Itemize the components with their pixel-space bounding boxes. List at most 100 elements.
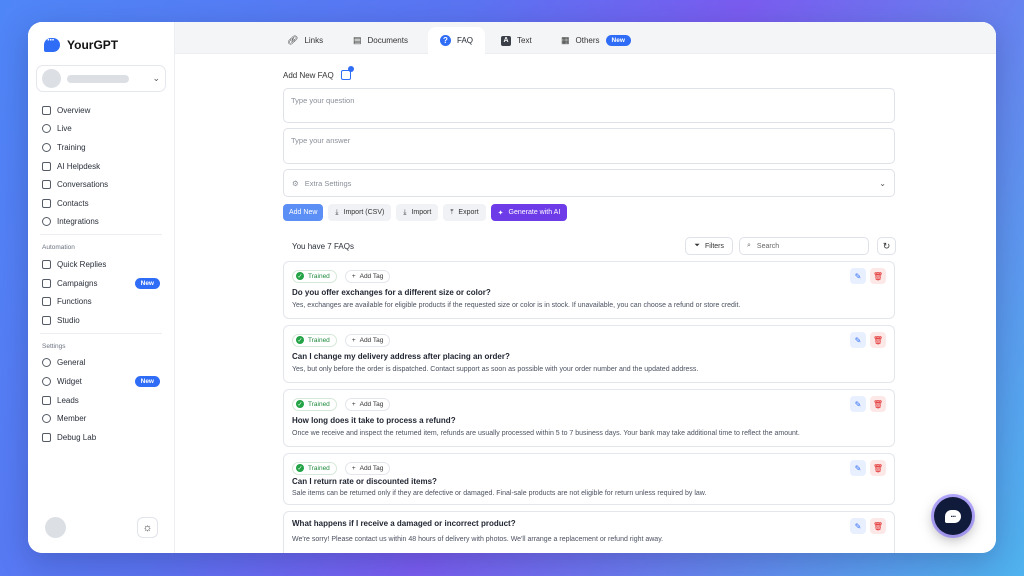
sidebar-item-campaigns[interactable]: Campaigns New — [36, 274, 166, 293]
button-label: Generate with AI — [508, 209, 561, 216]
sidebar-item-member[interactable]: Member — [36, 409, 166, 428]
faq-question: What happens if I receive a damaged or i… — [292, 519, 516, 528]
delete-button[interactable]: 🗑︎ — [870, 332, 886, 348]
import-csv-button[interactable]: ⤓ Import (CSV) — [328, 204, 392, 221]
delete-button[interactable]: 🗑︎ — [870, 460, 886, 476]
edit-button[interactable]: ✎ — [850, 460, 866, 476]
tab-label: FAQ — [457, 36, 474, 45]
button-label: Add New — [289, 209, 318, 216]
faq-card-actions: ✎ 🗑︎ — [850, 332, 886, 348]
sidebar-item-label: Member — [57, 414, 87, 424]
new-badge: New — [134, 375, 160, 387]
tab-documents[interactable]: ▤ Documents — [353, 27, 408, 54]
sidebar-item-ai-helpdesk[interactable]: AI Helpdesk — [36, 157, 166, 176]
sidebar-item-debug-lab[interactable]: Debug Lab — [36, 428, 166, 447]
function-icon — [42, 297, 51, 307]
chat-bubble-logo-icon — [44, 35, 60, 52]
sidebar-item-live[interactable]: Live — [36, 120, 166, 139]
chat-widget-button[interactable]: ··· — [934, 497, 972, 535]
add-new-button[interactable]: Add New — [283, 204, 324, 221]
add-tag-button[interactable]: + Add Tag — [344, 269, 391, 283]
delete-button[interactable]: 🗑︎ — [870, 518, 886, 534]
tab-links[interactable]: 🔗︎ Links — [287, 27, 323, 54]
export-button[interactable]: ⤒ Export — [443, 204, 486, 221]
answer-input[interactable]: Type your answer — [283, 128, 895, 164]
sidebar-item-widget[interactable]: Widget New — [36, 372, 166, 391]
sidebar-nav: Overview Live Training AI Helpdesk Conve… — [36, 101, 166, 447]
add-note-icon[interactable] — [340, 66, 354, 80]
question-input[interactable]: Type your question — [283, 88, 895, 123]
add-tag-button[interactable]: + Add Tag — [344, 333, 391, 347]
faq-card-actions: ✎ 🗑︎ — [850, 460, 886, 476]
sidebar-item-label: Conversations — [57, 180, 109, 190]
sidebar-item-leads[interactable]: Leads — [36, 391, 166, 410]
tab-label: Links — [304, 36, 324, 45]
form-actions: Add New ⤓ Import (CSV) ⤓ Import ⤒ Export ✦ G… — [283, 204, 896, 221]
sidebar-item-label: Leads — [57, 395, 79, 405]
trash-icon: 🗑︎ — [872, 521, 884, 531]
chevron-down-icon: ⌄ — [152, 73, 160, 83]
badge-label: Trained — [308, 464, 330, 472]
faq-answer: Sale items can be returned only if they … — [292, 490, 707, 497]
sidebar-item-integrations[interactable]: Integrations — [36, 213, 166, 232]
download-icon: ⤓ — [335, 208, 339, 216]
filters-button[interactable]: ⏷ Filters — [685, 237, 733, 255]
radio-icon — [42, 124, 51, 134]
extra-settings-label: Extra Settings — [304, 178, 352, 188]
sidebar-item-functions[interactable]: Functions — [36, 292, 166, 311]
check-icon: ✓ — [296, 272, 304, 280]
theme-toggle-button[interactable]: ☼ — [137, 517, 158, 538]
account-switcher[interactable]: ⌄ — [36, 65, 166, 92]
tab-others[interactable]: ▦ Others New — [561, 27, 631, 54]
widget-icon — [42, 376, 51, 386]
button-label: Filters — [704, 242, 724, 250]
sidebar-item-training[interactable]: Training — [36, 138, 166, 157]
brand[interactable]: YourGPT — [36, 34, 166, 54]
refresh-button[interactable]: ↻ — [877, 237, 896, 255]
sidebar-item-overview[interactable]: Overview — [36, 101, 166, 120]
extra-settings-toggle[interactable]: ⚙ Extra Settings ⌄ — [283, 169, 895, 197]
flask-icon — [42, 432, 51, 442]
trained-badge: ✓ Trained — [292, 269, 337, 283]
edit-button[interactable]: ✎ — [850, 332, 866, 348]
edit-button[interactable]: ✎ — [850, 396, 866, 412]
edit-button[interactable]: ✎ — [850, 268, 866, 284]
upload-icon: ⤒ — [450, 208, 454, 216]
add-tag-button[interactable]: + Add Tag — [344, 397, 391, 411]
refresh-icon: ↻ — [882, 240, 891, 251]
delete-button[interactable]: 🗑︎ — [870, 268, 886, 284]
sidebar-item-general[interactable]: General — [36, 354, 166, 373]
form-title: Add New FAQ — [283, 70, 334, 80]
sidebar-item-studio[interactable]: Studio — [36, 311, 166, 330]
badge-label: Trained — [308, 400, 330, 408]
tab-faq[interactable]: ? FAQ — [428, 27, 486, 54]
link-icon: 🔗︎ — [287, 35, 299, 45]
faq-card: What happens if I receive a damaged or i… — [283, 511, 895, 553]
trained-badge: ✓ Trained — [292, 397, 337, 411]
sidebar-item-quick-replies[interactable]: Quick Replies — [36, 255, 166, 274]
trash-icon: 🗑︎ — [872, 271, 884, 281]
edit-button[interactable]: ✎ — [850, 518, 866, 534]
sidebar-item-label: Overview — [57, 105, 91, 115]
faq-answer: Yes, exchanges are available for eligibl… — [292, 302, 741, 309]
section-title-settings: Settings — [42, 342, 66, 350]
generate-with-ai-button[interactable]: ✦ Generate with AI — [490, 204, 568, 221]
sidebar-item-contacts[interactable]: Contacts — [36, 194, 166, 213]
brain-icon — [42, 142, 51, 152]
faq-question: How long does it take to process a refun… — [292, 416, 456, 425]
user-avatar[interactable] — [45, 517, 66, 538]
search-icon: ⌕ — [747, 242, 751, 249]
search-input[interactable]: ⌕ Search — [739, 237, 869, 255]
new-badge: New — [605, 35, 631, 46]
tab-text[interactable]: A Text — [501, 27, 532, 54]
faq-card-actions: ✎ 🗑︎ — [850, 268, 886, 284]
button-label: Import — [411, 209, 432, 216]
import-button[interactable]: ⤓ Import — [396, 204, 439, 221]
add-tag-button[interactable]: + Add Tag — [344, 461, 391, 475]
delete-button[interactable]: 🗑︎ — [870, 396, 886, 412]
plus-icon: + — [351, 464, 356, 472]
search-placeholder: Search — [756, 242, 780, 250]
sidebar-item-label: Debug Lab — [57, 432, 97, 442]
gear-icon — [42, 358, 51, 368]
sidebar-item-conversations[interactable]: Conversations — [36, 175, 166, 194]
